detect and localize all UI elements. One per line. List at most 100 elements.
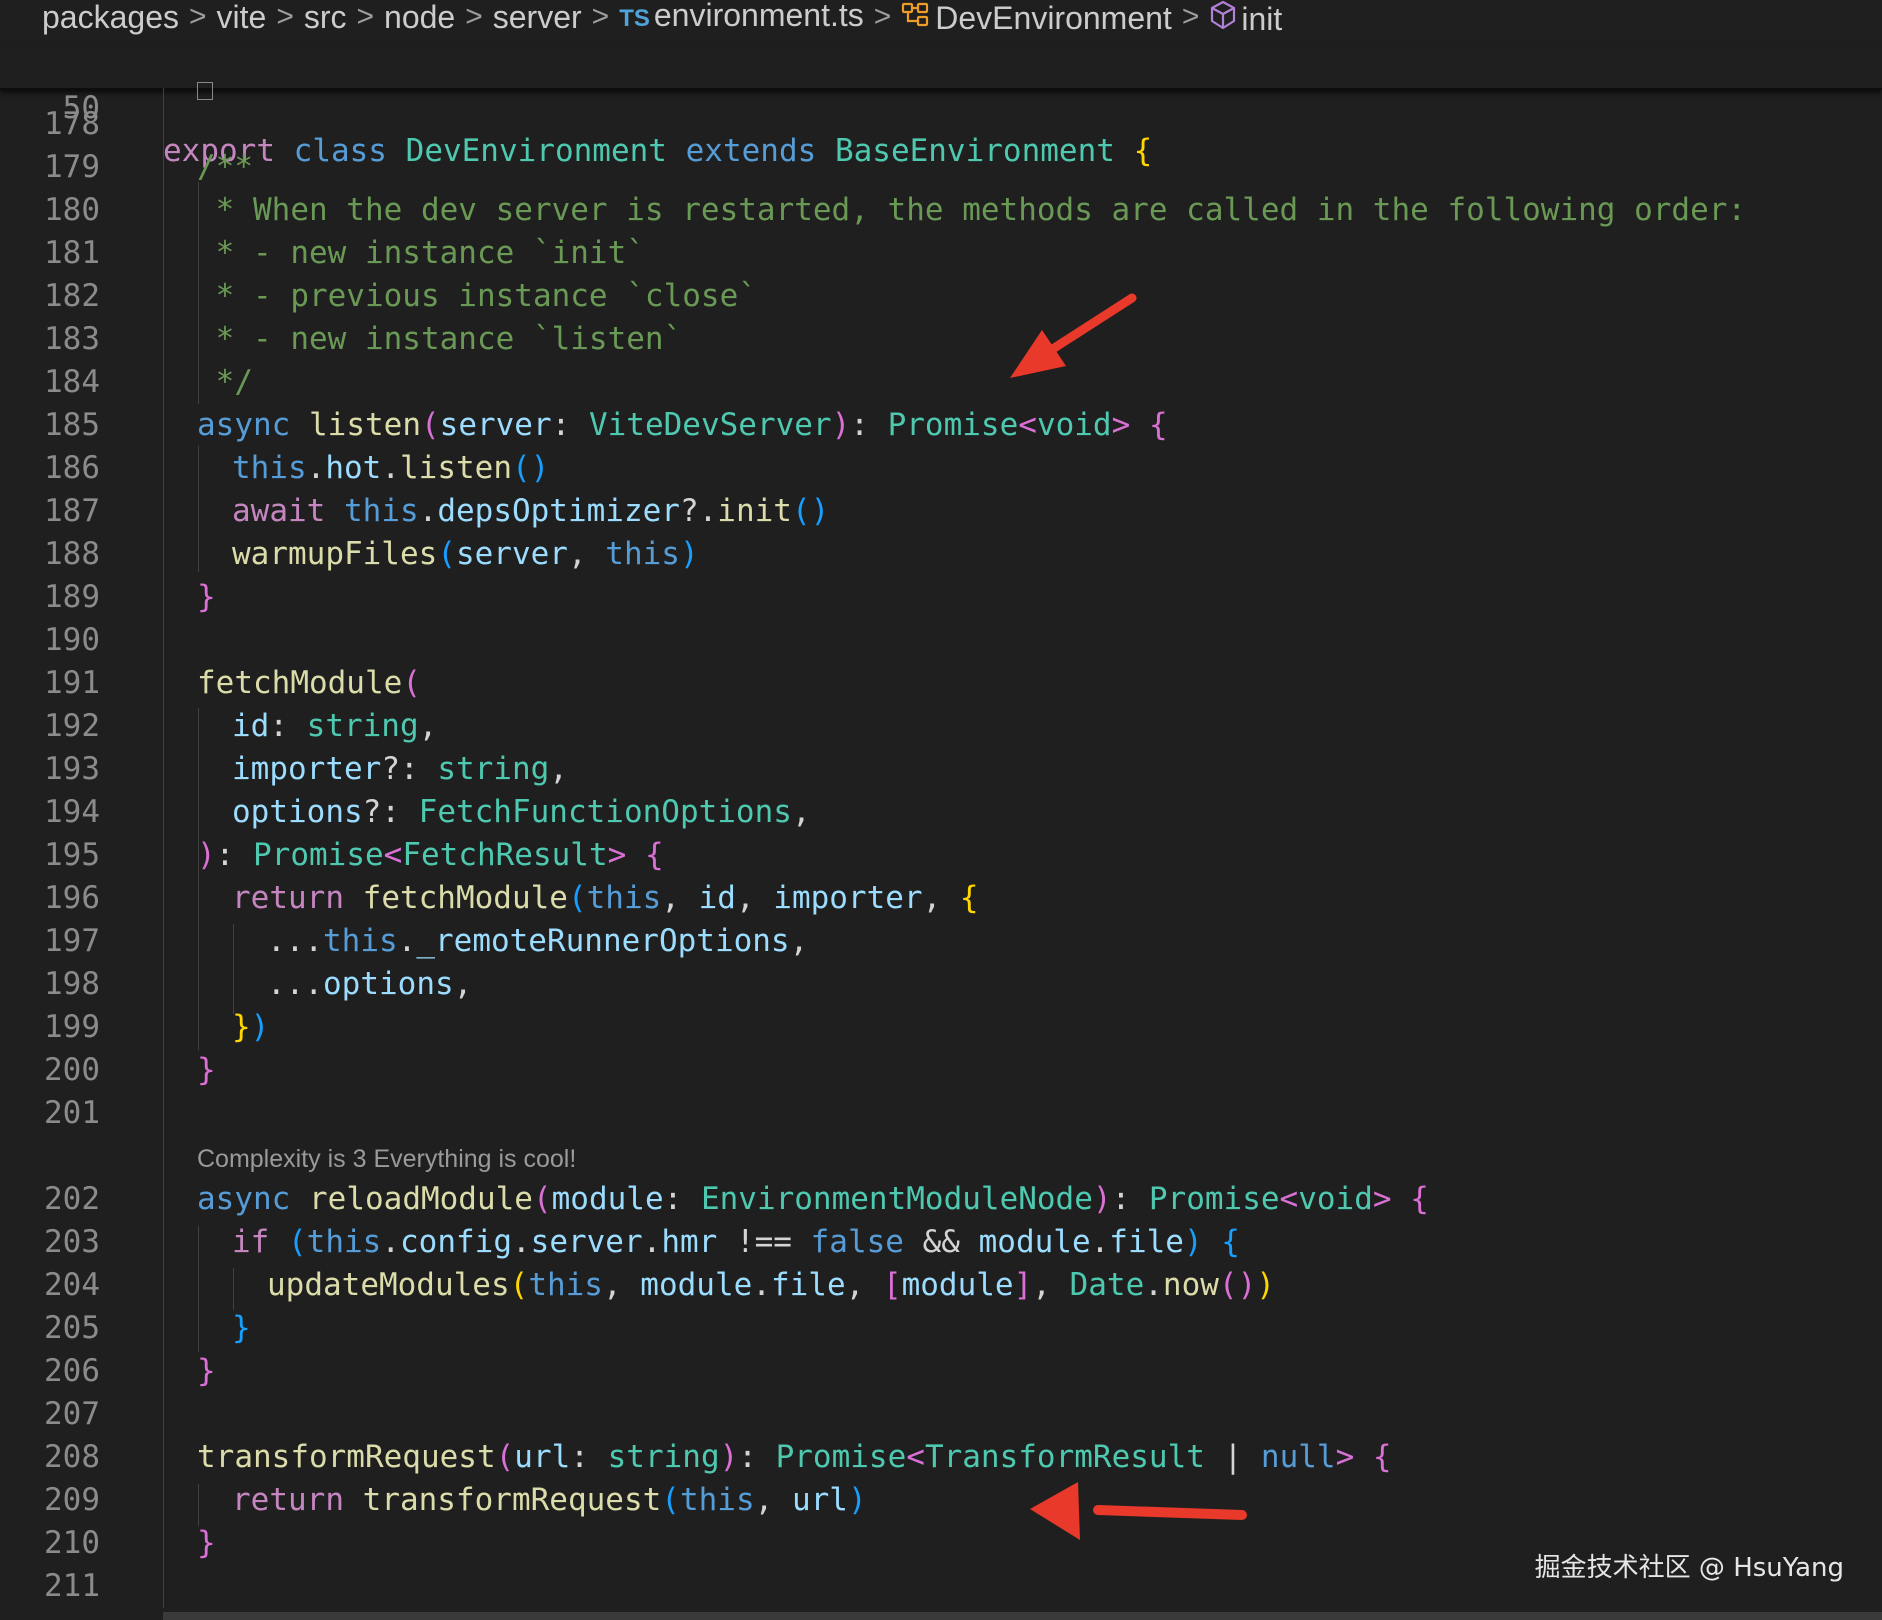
code-token: hmr [661, 1224, 718, 1260]
code-token: options [323, 966, 454, 1002]
code-token: Promise [887, 407, 1019, 443]
code-token: importer [232, 751, 382, 787]
line-number: 211 [44, 1568, 100, 1604]
code-token: } [197, 1052, 216, 1088]
code-line: 193 importer?: string, [0, 748, 1882, 791]
code-token: reloadModule [309, 1181, 533, 1217]
code-token: ) [1092, 1181, 1112, 1217]
line-number: 194 [44, 794, 100, 830]
code-token: ( [661, 1482, 680, 1518]
code-token: null [1260, 1439, 1336, 1475]
codelens-complexity[interactable]: Complexity is 3 Everything is cool! [197, 1144, 576, 1174]
fold-marker-icon[interactable] [197, 82, 213, 100]
code-token: server [530, 1224, 643, 1260]
breadcrumb-item-method[interactable]: init [1209, 0, 1282, 35]
line-number: 209 [44, 1482, 100, 1518]
code-token: < [1018, 407, 1037, 443]
line-number: 189 [44, 579, 100, 615]
code-token: return [232, 1482, 344, 1518]
code-token: TransformResult [924, 1439, 1205, 1475]
code-token: } [197, 579, 216, 615]
line-number: 196 [44, 880, 100, 916]
code-line: 206} [0, 1350, 1882, 1393]
code-token: importer?: string, [232, 751, 568, 787]
code-token: return fetchModule(this, id, importer, { [232, 880, 979, 916]
code-line: 180 * When the dev server is restarted, … [0, 189, 1882, 232]
breadcrumb: packages > vite > src > node > server > … [0, 0, 1882, 35]
code-token: fetchModule( [197, 662, 421, 705]
breadcrumb-item-node[interactable]: node [384, 1, 455, 33]
code-line: 191 fetchModule( [0, 662, 1882, 705]
code-token: () [791, 493, 830, 529]
line-number: 198 [44, 966, 100, 1002]
code-token: } [197, 1353, 216, 1389]
line-number: 206 [44, 1353, 100, 1389]
sticky-scroll-header[interactable]: 50 export class DevEnvironment extends B… [0, 44, 1882, 169]
code-token: } [197, 1525, 216, 1561]
line-number: 203 [44, 1224, 100, 1260]
line-number: 197 [44, 923, 100, 959]
code-token: async reloadModule(module: EnvironmentMo… [197, 1181, 1429, 1217]
code-line: 194 options?: FetchFunctionOptions, [0, 791, 1882, 834]
line-number: 202 [44, 1181, 100, 1217]
code-token: () [1218, 1267, 1257, 1303]
code-token: ( [509, 1267, 529, 1303]
breadcrumb-item-class[interactable]: DevEnvironment [901, 1, 1172, 34]
code-token: string [306, 708, 419, 744]
code-token: Promise [775, 1439, 907, 1475]
code-token: ] [1013, 1267, 1033, 1303]
code-line: 181 * - new instance `init` [0, 232, 1882, 275]
code-token: this.hot.listen() [232, 450, 550, 486]
breadcrumb-item-vite[interactable]: vite [217, 1, 267, 33]
line-number: 195 [44, 837, 100, 873]
comment: /** [197, 149, 253, 185]
code-token: id [698, 880, 736, 916]
line-number: 207 [44, 1396, 100, 1432]
code-token: { [1410, 1181, 1429, 1217]
code-token: _remoteRunnerOptions [416, 923, 790, 959]
code-line: 201 [0, 1092, 1882, 1135]
code-token: url [514, 1439, 571, 1475]
horizontal-scrollbar[interactable] [163, 1612, 1882, 1620]
code-token: void [1298, 1181, 1373, 1217]
code-token: ): Promise<FetchResult> { [197, 837, 664, 873]
chevron-right-icon: > [591, 0, 610, 33]
line-number: 181 [44, 235, 100, 271]
comment: * - new instance `init` [197, 235, 645, 271]
code-token: return [232, 880, 344, 916]
code-token: string [607, 1439, 720, 1475]
code-line: 178 [0, 103, 1882, 146]
code-line: 179 /** [0, 146, 1882, 189]
code-token: { [1148, 407, 1168, 443]
code-token: > [1335, 1439, 1355, 1475]
code-token: return transformRequest(this, url) [232, 1482, 867, 1518]
line-number: 185 [44, 407, 100, 443]
code-token: file [770, 1267, 846, 1303]
code-token: await [232, 493, 326, 529]
comment: * - previous instance `close` [197, 278, 757, 314]
code-token: ) [719, 1439, 739, 1475]
code-token: hot [325, 450, 382, 486]
code-line: 208 transformRequest(url: string): Promis… [0, 1436, 1882, 1479]
code-token: ( [567, 880, 587, 916]
chevron-right-icon: > [1181, 0, 1200, 33]
code-token: this [344, 493, 419, 529]
line-number: 186 [44, 450, 100, 486]
method-cube-icon [1209, 0, 1237, 30]
code-token: id: string, [232, 708, 438, 744]
code-token: if (this.config.server.hmr !== false && … [232, 1224, 1240, 1260]
code-line: 209 return transformRequest(this, url) [0, 1479, 1882, 1522]
breadcrumb-item-src[interactable]: src [304, 1, 347, 33]
code-token: module [551, 1181, 664, 1217]
breadcrumb-item-server[interactable]: server [493, 1, 582, 33]
code-token: now [1162, 1267, 1219, 1303]
code-token: < [906, 1439, 925, 1475]
code-token: options?: FetchFunctionOptions, [232, 794, 811, 830]
code-token: { [959, 880, 979, 916]
breadcrumb-item-file[interactable]: TS environment.ts [619, 0, 864, 34]
code-line: 183 * - new instance `listen` [0, 318, 1882, 361]
breadcrumb-item-packages[interactable]: packages [42, 1, 179, 33]
code-token: } [232, 1310, 251, 1346]
code-line: 192 id: string, [0, 705, 1882, 748]
code-token: this [232, 450, 307, 486]
